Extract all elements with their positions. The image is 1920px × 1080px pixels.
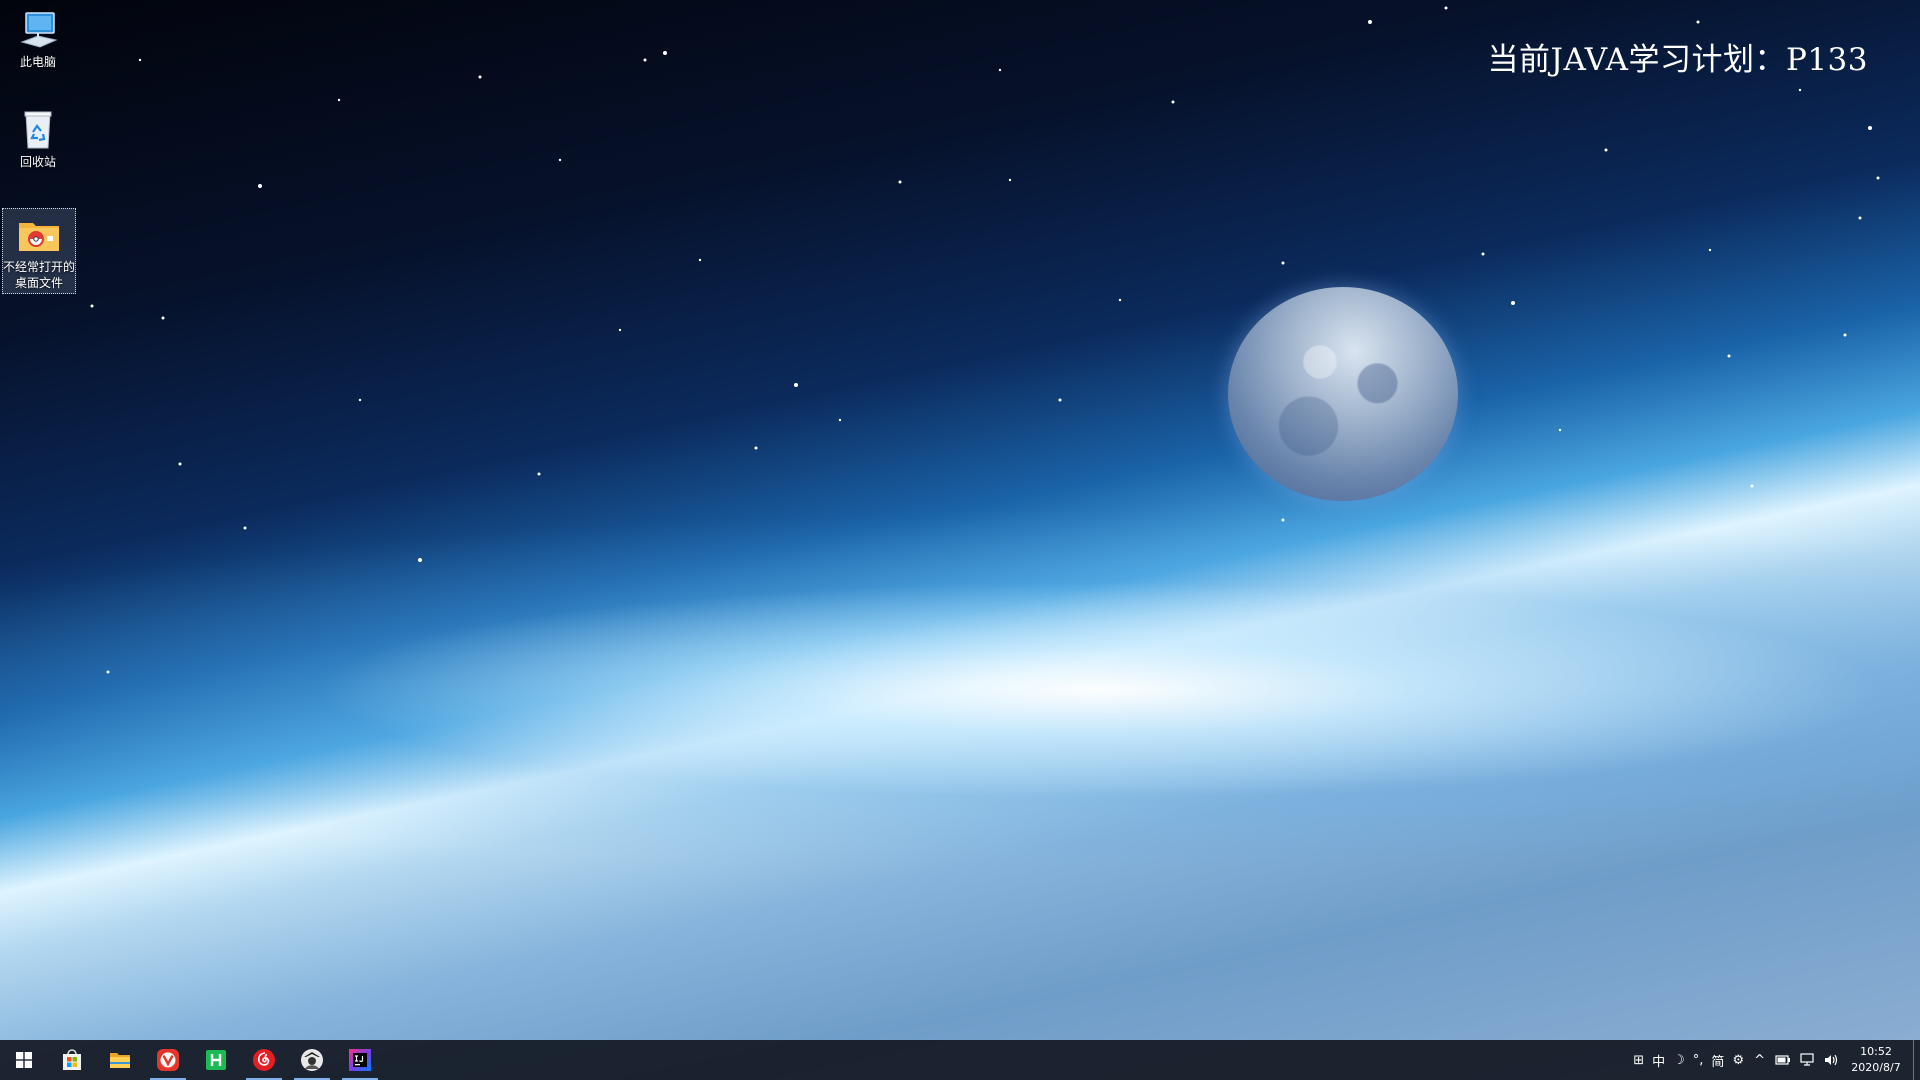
- show-hidden-icons-chevron-icon[interactable]: ^: [1748, 1040, 1771, 1080]
- show-desktop-button[interactable]: [1913, 1040, 1920, 1080]
- file-explorer-button[interactable]: [96, 1040, 144, 1080]
- netease-music-icon: [253, 1049, 275, 1071]
- windows-icon: [16, 1052, 32, 1068]
- ime-punctuation-toggle[interactable]: °,: [1689, 1040, 1708, 1080]
- hbuilder-button[interactable]: [192, 1040, 240, 1080]
- microsoft-store-icon: [63, 1049, 81, 1070]
- vivaldi-button[interactable]: [144, 1040, 192, 1080]
- desktop-icon-label: 此电脑: [19, 55, 56, 69]
- moon-image: [1228, 287, 1458, 501]
- desktop-icon-this-pc[interactable]: 此电脑: [2, 8, 74, 70]
- intellij-button[interactable]: [336, 1040, 384, 1080]
- study-plan-text: 当前JAVA学习计划：P133: [1487, 42, 1868, 78]
- folder-icon: [110, 1053, 130, 1068]
- clock-time: 10:52: [1860, 1045, 1892, 1058]
- app-avatar-button[interactable]: [288, 1040, 336, 1080]
- ime-simplified-toggle[interactable]: 简: [1707, 1040, 1728, 1080]
- start-button[interactable]: [0, 1040, 48, 1080]
- ime-language-toggle[interactable]: 中: [1648, 1040, 1669, 1080]
- store-button[interactable]: [48, 1040, 96, 1080]
- system-tray: ⊞ 中 ☽ °, 简 ⚙ ^ 10:52 2020/8/7: [1629, 1040, 1920, 1080]
- starfield: [90, 6, 1880, 674]
- ime-moon-icon[interactable]: ☽: [1669, 1040, 1689, 1080]
- ime-settings-icon[interactable]: ⚙: [1728, 1040, 1748, 1080]
- volume-icon[interactable]: [1819, 1040, 1843, 1080]
- battery-icon[interactable]: [1771, 1040, 1795, 1080]
- computer-icon: [16, 8, 60, 52]
- clock[interactable]: 10:52 2020/8/7: [1843, 1040, 1909, 1080]
- hbuilder-icon: [206, 1050, 226, 1070]
- desktop-icon-label-line2: 桌面文件: [14, 276, 63, 290]
- vivaldi-icon: [157, 1049, 179, 1071]
- network-icon[interactable]: [1795, 1040, 1819, 1080]
- desktop-icon-rarely-used-files[interactable]: 不经常打开的 桌面文件: [2, 208, 76, 294]
- recycle-bin-icon: [16, 108, 60, 152]
- intellij-idea-icon: [349, 1049, 371, 1071]
- desktop-icon-label: 回收站: [19, 155, 56, 169]
- desktop-icon-recycle-bin[interactable]: 回收站: [2, 108, 74, 170]
- folder-icon: [17, 213, 61, 257]
- desktop-icon-label-line1: 不经常打开的: [3, 260, 76, 274]
- netease-music-button[interactable]: [240, 1040, 288, 1080]
- clock-date: 2020/8/7: [1851, 1061, 1901, 1074]
- avatar-app-icon: [301, 1049, 323, 1071]
- earth-clouds: [0, 680, 1920, 1040]
- ime-grid-icon[interactable]: ⊞: [1629, 1040, 1648, 1080]
- taskbar: ⊞ 中 ☽ °, 简 ⚙ ^ 10:52 2020/8/7: [0, 1040, 1920, 1080]
